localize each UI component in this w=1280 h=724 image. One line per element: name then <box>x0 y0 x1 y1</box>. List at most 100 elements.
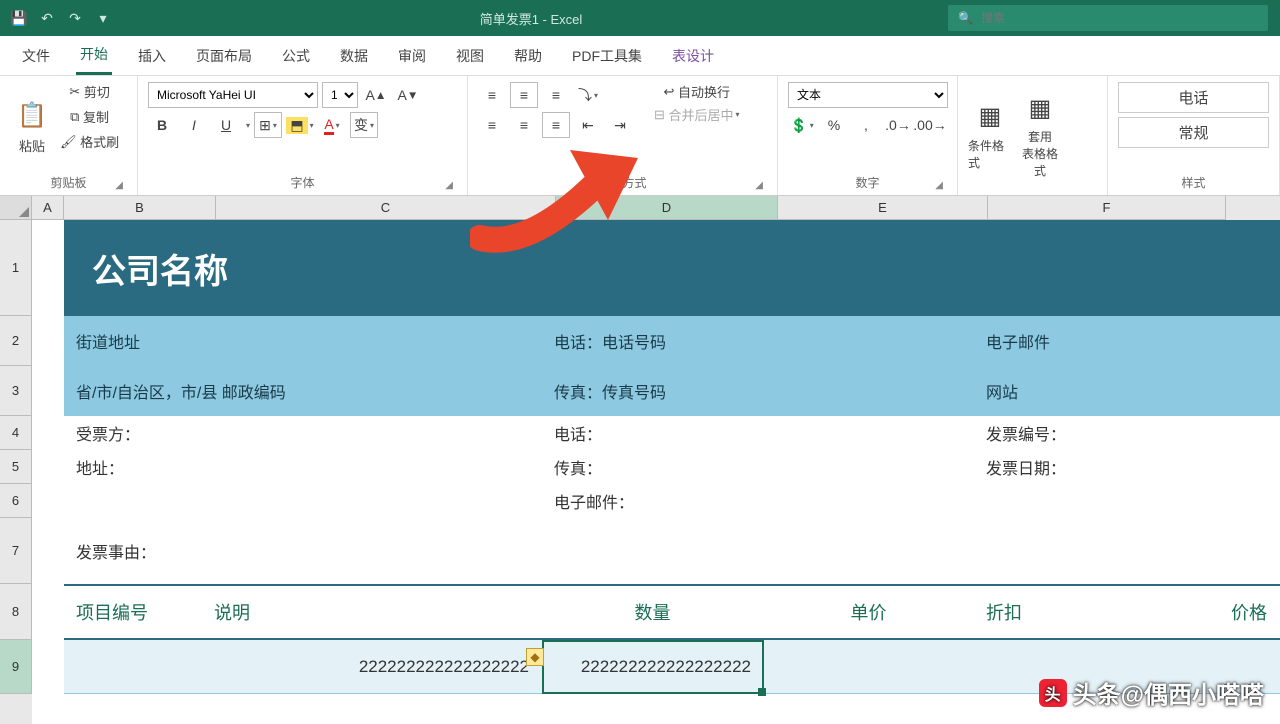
th-disc[interactable]: 折扣 <box>974 599 1174 625</box>
address-line1[interactable]: 街道地址 <box>64 329 542 353</box>
bold-button[interactable]: B <box>148 112 176 138</box>
decrease-font-button[interactable]: A▼ <box>394 82 422 108</box>
row-header-4[interactable]: 4 <box>0 416 32 450</box>
conditional-format-button[interactable]: ▦ 条件格式 <box>968 82 1012 189</box>
decrease-decimal-button[interactable]: .00→ <box>916 112 944 138</box>
undo-icon[interactable]: ↶ <box>36 7 58 29</box>
row-header-3[interactable]: 3 <box>0 366 32 416</box>
launcher-icon[interactable]: ◢ <box>755 180 763 191</box>
launcher-icon[interactable]: ◢ <box>445 180 453 191</box>
comma-button[interactable]: , <box>852 112 880 138</box>
email2-label[interactable]: 电子邮件： <box>542 489 764 513</box>
align-left-button[interactable]: ≡ <box>478 112 506 138</box>
email-label[interactable]: 电子邮件 <box>974 329 1062 353</box>
copy-button[interactable]: ⧉ 复制 <box>60 107 119 126</box>
bill-to-label[interactable]: 受票方： <box>64 421 542 445</box>
address-line2[interactable]: 省/市/自治区，市/县 邮政编码 <box>64 379 542 403</box>
row-header-1[interactable]: 1 <box>0 220 32 316</box>
align-right-button[interactable]: ≡ <box>542 112 570 138</box>
increase-font-button[interactable]: A▲ <box>362 82 390 108</box>
th-id[interactable]: 项目编号 <box>64 599 202 625</box>
row-header-5[interactable]: 5 <box>0 450 32 484</box>
number-format-select[interactable]: 文本 <box>788 82 948 108</box>
cell-D9[interactable]: 222222222222222222 <box>542 657 764 677</box>
phonetic-button[interactable]: 变▾ <box>350 112 378 138</box>
chevron-down-icon[interactable]: ▾ <box>246 121 250 130</box>
tab-help[interactable]: 帮助 <box>510 38 546 74</box>
launcher-icon[interactable]: ◢ <box>115 180 123 191</box>
row-header-8[interactable]: 8 <box>0 584 32 640</box>
tab-home[interactable]: 开始 <box>76 36 112 75</box>
invoice-date-label[interactable]: 发票日期： <box>974 455 1078 479</box>
font-name-select[interactable]: Microsoft YaHei UI <box>148 82 318 108</box>
fax2-label[interactable]: 传真： <box>542 455 764 479</box>
merge-button[interactable]: ⊟ 合并后居中▾ <box>654 105 740 124</box>
align-middle-button[interactable]: ≡ <box>510 82 538 108</box>
th-qty[interactable]: 数量 <box>542 599 764 625</box>
tab-data[interactable]: 数据 <box>336 38 372 74</box>
smart-tag-icon[interactable]: ◆ <box>526 648 544 666</box>
align-top-button[interactable]: ≡ <box>478 82 506 108</box>
col-header-E[interactable]: E <box>778 196 988 220</box>
tab-tabledesign[interactable]: 表设计 <box>668 38 718 74</box>
align-bottom-button[interactable]: ≡ <box>542 82 570 108</box>
website-label[interactable]: 网站 <box>974 379 1030 403</box>
worksheet-cells[interactable]: 公司名称 街道地址 电话：电话号码 电子邮件 省/市/自治区，市/县 邮政编码 … <box>32 220 1280 724</box>
bill-addr-label[interactable]: 地址： <box>64 455 542 479</box>
table-format-button[interactable]: ▦ 套用 表格格式 <box>1018 82 1062 189</box>
percent-button[interactable]: % <box>820 112 848 138</box>
qat-more-icon[interactable]: ▾ <box>92 7 114 29</box>
phone-cell[interactable]: 电话：电话号码 <box>542 329 764 353</box>
search-input[interactable] <box>981 11 1258 25</box>
cell-style-normal[interactable]: 常规 <box>1118 117 1269 148</box>
row-header-7[interactable]: 7 <box>0 518 32 584</box>
launcher-icon[interactable]: ◢ <box>935 180 943 191</box>
reason-label[interactable]: 发票事由： <box>64 539 168 563</box>
col-header-B[interactable]: B <box>64 196 216 220</box>
painter-button[interactable]: 🖌 格式刷 <box>60 132 119 151</box>
font-size-select[interactable]: 11 <box>322 82 358 108</box>
redo-icon[interactable]: ↷ <box>64 7 86 29</box>
row-header-6[interactable]: 6 <box>0 484 32 518</box>
col-header-D[interactable]: D <box>556 196 778 220</box>
company-name-cell[interactable]: 公司名称 <box>64 220 1280 316</box>
tab-pdf[interactable]: PDF工具集 <box>568 38 646 74</box>
phone2-label[interactable]: 电话： <box>542 421 764 445</box>
tab-layout[interactable]: 页面布局 <box>192 38 256 74</box>
currency-button[interactable]: 💲▾ <box>788 112 816 138</box>
th-total[interactable]: 价格 <box>1174 599 1280 625</box>
paste-button[interactable]: 📋 粘贴 <box>10 82 54 172</box>
tab-view[interactable]: 视图 <box>452 38 488 74</box>
tab-insert[interactable]: 插入 <box>134 38 170 74</box>
col-header-A[interactable]: A <box>32 196 64 220</box>
indent-dec-button[interactable]: ⇤ <box>574 112 602 138</box>
cut-button[interactable]: ✂ 剪切 <box>60 82 119 101</box>
border-button[interactable]: ⊞▾ <box>254 112 282 138</box>
tab-formulas[interactable]: 公式 <box>278 38 314 74</box>
font-color-button[interactable]: A▾ <box>318 112 346 138</box>
row-header-2[interactable]: 2 <box>0 316 32 366</box>
italic-button[interactable]: I <box>180 112 208 138</box>
fax-cell[interactable]: 传真：传真号码 <box>542 379 764 403</box>
tab-review[interactable]: 审阅 <box>394 38 430 74</box>
increase-decimal-button[interactable]: .0→ <box>884 112 912 138</box>
search-box[interactable]: 🔍 <box>948 5 1268 31</box>
col-header-C[interactable]: C <box>216 196 556 220</box>
align-center-button[interactable]: ≡ <box>510 112 538 138</box>
th-desc[interactable]: 说明 <box>202 599 542 625</box>
th-price[interactable]: 单价 <box>764 599 974 625</box>
tab-file[interactable]: 文件 <box>18 38 54 74</box>
underline-button[interactable]: U <box>212 112 240 138</box>
col-header-F[interactable]: F <box>988 196 1226 220</box>
indent-inc-button[interactable]: ⇥ <box>606 112 634 138</box>
group-label-number: 数字◢ <box>788 172 947 193</box>
invoice-no-label[interactable]: 发票编号： <box>974 421 1078 445</box>
fill-color-button[interactable]: ⬒▾ <box>286 112 314 138</box>
cell-style-phone[interactable]: 电话 <box>1118 82 1269 113</box>
select-all-corner[interactable] <box>0 196 32 220</box>
cell-C9[interactable]: 222222222222222222 <box>202 657 542 677</box>
orientation-button[interactable]: ⤵▾ <box>574 82 602 108</box>
save-icon[interactable]: 💾 <box>8 7 30 29</box>
wrap-text-button[interactable]: ↩ 自动换行 <box>654 82 740 101</box>
row-header-9[interactable]: 9 <box>0 640 32 694</box>
